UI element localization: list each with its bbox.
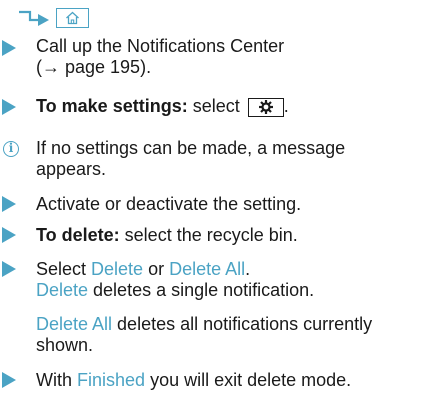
step-bullet: [2, 99, 16, 115]
gear-icon: [258, 100, 273, 114]
step-line: Delete deletes a single notification.: [36, 280, 315, 300]
delete-link[interactable]: Delete: [91, 259, 143, 279]
delete-link[interactable]: Delete: [36, 280, 88, 300]
step-punctuation: .: [283, 96, 289, 116]
step-heading: To delete:: [36, 225, 120, 245]
note-line: appears.: [36, 159, 107, 179]
description-line: Delete All deletes all notifications cur…: [36, 314, 373, 334]
step-text: To delete: select the recycle bin.: [36, 225, 426, 246]
finished-link[interactable]: Finished: [77, 370, 145, 390]
step-line: select: [187, 96, 240, 116]
step-text: Call up the Notifications Center (→ page…: [36, 36, 426, 78]
home-button: [56, 8, 89, 28]
step-line: Select Delete or Delete All.: [36, 259, 251, 279]
description-line: shown.: [36, 335, 94, 355]
right-turn-arrow-icon: [19, 10, 49, 26]
step-text: With Finished you will exit delete mode.: [36, 370, 352, 390]
step-line: Call up the Notifications Center: [36, 36, 285, 56]
navigation-header: [18, 6, 89, 30]
step-bullet: [2, 261, 16, 277]
home-icon: [66, 11, 79, 25]
step-text: Select Delete or Delete All. Delete dele…: [36, 259, 426, 301]
step-bullet: [2, 372, 16, 388]
settings-button: [247, 98, 284, 117]
page-reference: (→ page 195).: [36, 57, 152, 77]
description-text: Delete All deletes all notifications cur…: [36, 314, 426, 356]
delete-all-link[interactable]: Delete All: [36, 314, 112, 334]
note-text: If no settings can be made, a message ap…: [36, 138, 426, 180]
note-line: If no settings can be made, a message: [36, 138, 346, 158]
step-bullet: [2, 40, 16, 56]
delete-all-link[interactable]: Delete All: [169, 259, 245, 279]
step-text: To make settings: select .: [36, 96, 426, 117]
step-heading: To make settings:: [36, 96, 188, 116]
step-line: select the recycle bin.: [119, 225, 298, 245]
step-bullet: [2, 227, 16, 243]
manual-page: Call up the Notifications Center (→ page…: [0, 0, 430, 403]
step-text: Activate or deactivate the setting.: [36, 194, 302, 214]
info-icon: i: [3, 141, 19, 157]
step-bullet: [2, 196, 16, 212]
